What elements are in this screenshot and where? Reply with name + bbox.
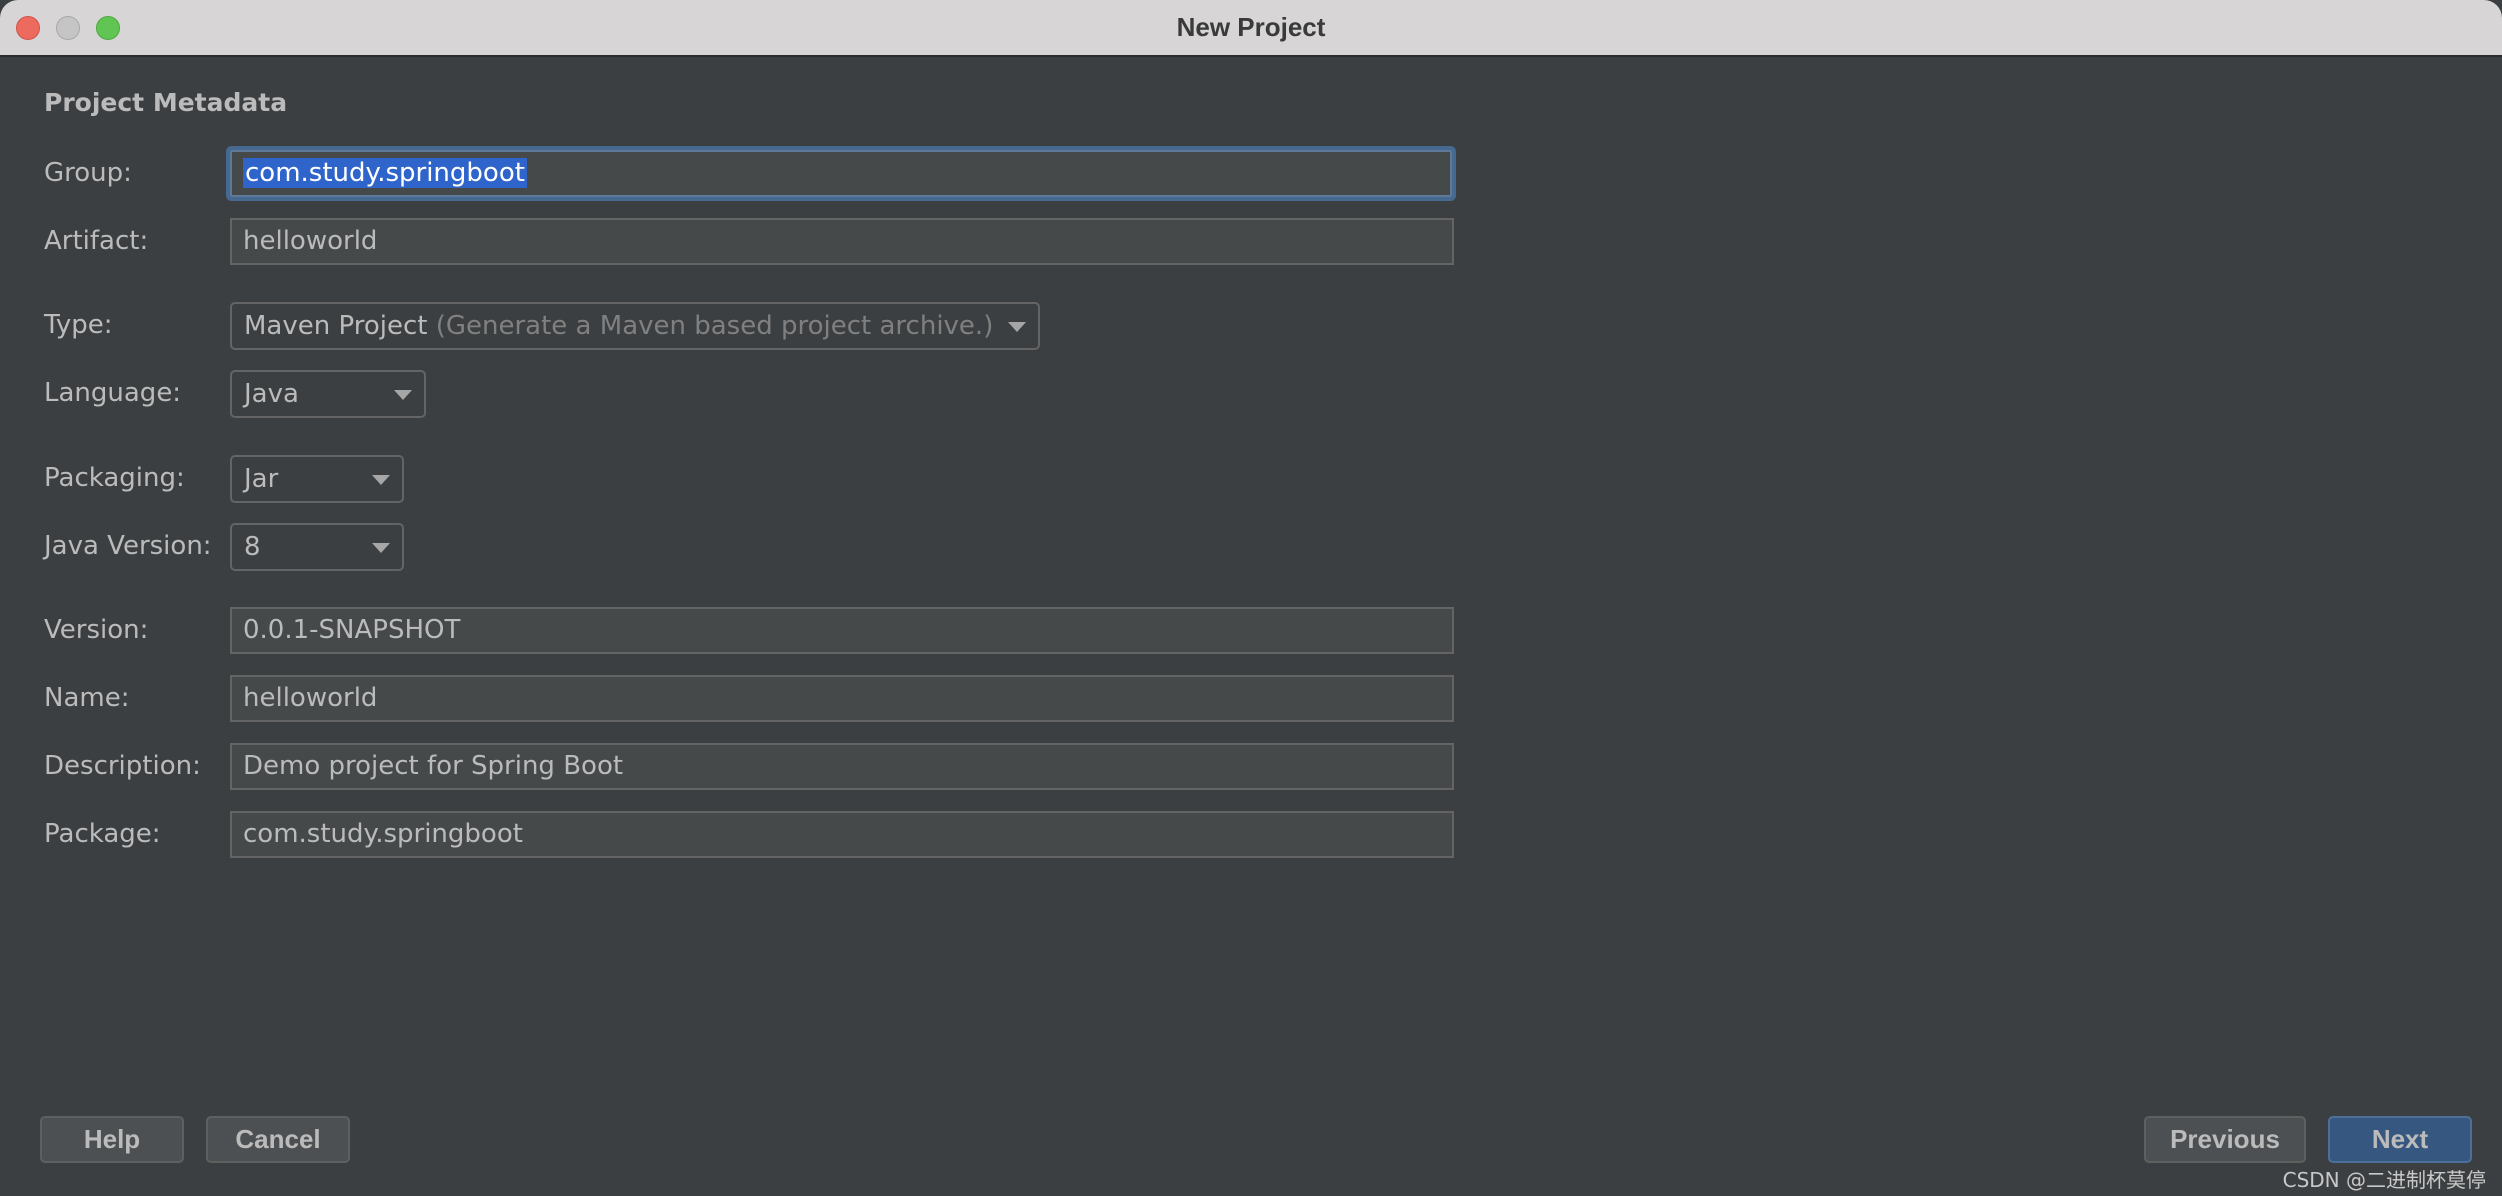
- artifact-input[interactable]: helloworld: [230, 218, 1454, 265]
- language-dropdown[interactable]: Java: [230, 370, 426, 418]
- group-input-value: com.study.springboot: [243, 158, 527, 188]
- type-value: Maven Project: [244, 311, 428, 341]
- chevron-down-icon: [394, 390, 412, 400]
- package-label: Package:: [44, 819, 161, 849]
- cancel-button[interactable]: Cancel: [206, 1116, 350, 1163]
- java-version-label: Java Version:: [44, 531, 212, 561]
- packaging-label: Packaging:: [44, 463, 185, 493]
- chevron-down-icon: [1008, 322, 1026, 332]
- description-input[interactable]: Demo project for Spring Boot: [230, 743, 1454, 790]
- new-project-window: New Project Project Metadata Group: com.…: [0, 0, 2502, 1196]
- package-input[interactable]: com.study.springboot: [230, 811, 1454, 858]
- packaging-dropdown[interactable]: Jar: [230, 455, 404, 503]
- version-label: Version:: [44, 615, 149, 645]
- artifact-label: Artifact:: [44, 226, 149, 256]
- language-value: Java: [244, 379, 299, 409]
- next-button[interactable]: Next: [2328, 1116, 2472, 1163]
- type-label: Type:: [44, 310, 113, 340]
- version-input[interactable]: 0.0.1-SNAPSHOT: [230, 607, 1454, 654]
- packaging-value: Jar: [244, 464, 279, 494]
- name-input[interactable]: helloworld: [230, 675, 1454, 722]
- language-label: Language:: [44, 378, 182, 408]
- java-version-dropdown[interactable]: 8: [230, 523, 404, 571]
- type-dropdown[interactable]: Maven Project (Generate a Maven based pr…: [230, 302, 1040, 350]
- chevron-down-icon: [372, 475, 390, 485]
- section-title: Project Metadata: [44, 88, 288, 117]
- name-label: Name:: [44, 683, 130, 713]
- type-hint: (Generate a Maven based project archive.…: [435, 311, 994, 341]
- java-version-value: 8: [244, 532, 261, 562]
- description-label: Description:: [44, 751, 201, 781]
- watermark: CSDN @二进制杯莫停: [2282, 1168, 2486, 1192]
- previous-button[interactable]: Previous: [2144, 1116, 2306, 1163]
- help-button[interactable]: Help: [40, 1116, 184, 1163]
- title-bar: New Project: [0, 0, 2502, 57]
- group-input[interactable]: com.study.springboot: [230, 150, 1452, 197]
- window-title: New Project: [1176, 12, 1326, 42]
- chevron-down-icon: [372, 543, 390, 553]
- group-label: Group:: [44, 158, 132, 188]
